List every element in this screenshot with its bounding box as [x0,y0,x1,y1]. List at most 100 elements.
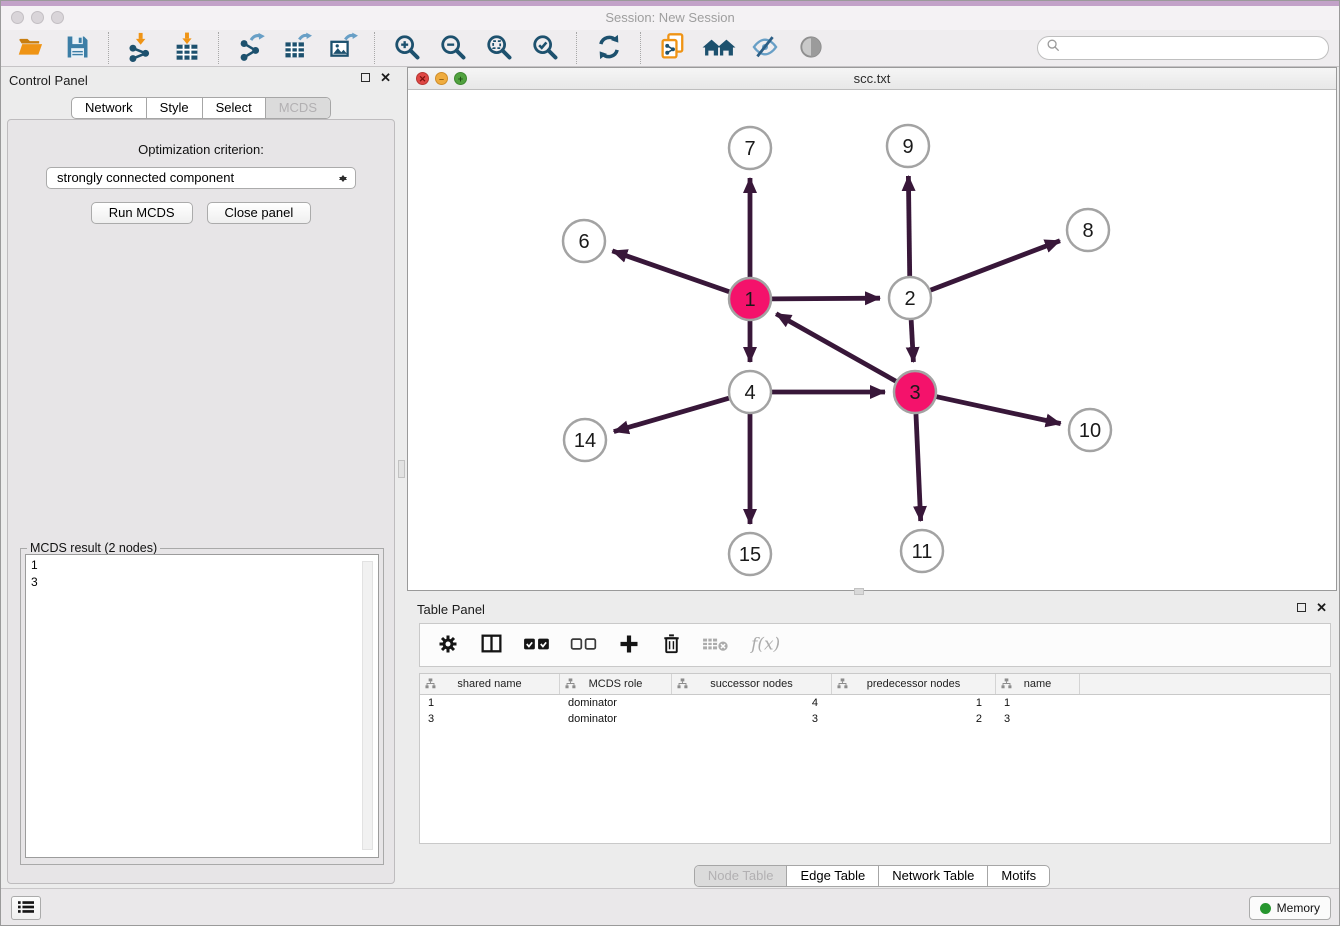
tab-network-table[interactable]: Network Table [878,866,987,886]
memory-status-icon [1260,903,1271,914]
export-table-button[interactable] [277,31,317,65]
edge-3-1[interactable] [776,314,896,381]
optimization-select[interactable]: strongly connected component [46,167,356,189]
edge-1-6[interactable] [612,251,729,292]
graph-node-15[interactable]: 15 [729,533,771,575]
import-network-button[interactable] [121,31,161,65]
edge-2-8[interactable] [931,241,1060,290]
edge-1-2[interactable] [772,298,880,299]
show-panels-button[interactable] [11,896,41,920]
zoom-selected-button[interactable] [525,31,565,65]
zoom-in-button[interactable] [387,31,427,65]
zoom-fit-button[interactable] [479,31,519,65]
select-all-rows-button[interactable] [523,634,551,657]
table-delete-icon [702,634,730,657]
minimize-window-icon[interactable] [31,11,44,24]
edge-3-10[interactable] [936,397,1060,424]
network-canvas[interactable]: 1 2 3 4 6 7 8 9 10 11 14 15 [408,90,1336,590]
titlebar[interactable]: Session: New Session [1,6,1339,31]
run-mcds-button[interactable]: Run MCDS [91,202,193,224]
memory-button[interactable]: Memory [1249,896,1331,920]
deselect-all-rows-button[interactable] [570,634,598,657]
table-row[interactable]: 1dominator411 [420,695,1330,711]
result-scrollbar[interactable] [362,561,373,850]
maximize-window-icon[interactable] [51,11,64,24]
edge-4-14[interactable] [614,398,729,431]
column-layout-button[interactable] [479,631,504,659]
close-panel-button[interactable]: Close panel [207,202,312,224]
show-graphics-details-button[interactable] [791,31,831,65]
close-table-panel-icon[interactable]: ✕ [1316,602,1327,613]
table-row[interactable]: 3dominator323 [420,711,1330,727]
column-header-mcds-role[interactable]: MCDS role [560,674,672,694]
graph-node-10[interactable]: 10 [1069,409,1111,451]
add-column-button[interactable] [617,632,641,659]
tab-motifs[interactable]: Motifs [987,866,1049,886]
cell-shared-name[interactable]: 3 [420,713,560,725]
table-settings-button[interactable] [436,632,460,659]
graph-node-9[interactable]: 9 [887,125,929,167]
cell-successor-nodes[interactable]: 4 [672,697,832,709]
refresh-layout-button[interactable] [589,31,629,65]
network-window-titlebar[interactable]: ✕ – + scc.txt [408,68,1336,90]
tab-edge-table[interactable]: Edge Table [786,866,878,886]
graph-node-4[interactable]: 4 [729,371,771,413]
graph-node-14[interactable]: 14 [564,419,606,461]
open-session-button[interactable] [11,31,51,65]
graph-node-1[interactable]: 1 [729,278,771,320]
splitter-grip-vertical[interactable] [398,460,405,478]
import-table-button[interactable] [167,31,207,65]
splitter-grip-horizontal[interactable] [854,588,864,595]
close-panel-icon[interactable]: ✕ [380,72,391,83]
edge-2-9[interactable] [908,176,909,276]
network-minimize-icon[interactable]: – [435,72,448,85]
close-window-icon[interactable] [11,11,24,24]
window-traffic-lights[interactable] [11,11,64,24]
export-image-button[interactable] [323,31,363,65]
cell-name[interactable]: 1 [996,697,1080,709]
graph-node-7[interactable]: 7 [729,127,771,169]
network-graph[interactable]: 1 2 3 4 6 7 8 9 10 11 14 15 [408,90,1336,591]
hide-graphics-details-button[interactable] [745,31,785,65]
graph-node-2[interactable]: 2 [889,277,931,319]
edge-2-3[interactable] [911,320,913,362]
column-tree-icon [425,678,436,692]
column-header-name[interactable]: name [996,674,1080,694]
column-header-predecessor-nodes[interactable]: predecessor nodes [832,674,996,694]
tab-mcds[interactable]: MCDS [265,98,330,118]
delete-column-button[interactable] [660,632,683,659]
cell-name[interactable]: 3 [996,713,1080,725]
search-input[interactable] [1065,40,1320,56]
tab-node-table[interactable]: Node Table [695,866,787,886]
network-maximize-icon[interactable]: + [454,72,467,85]
graph-node-6[interactable]: 6 [563,220,605,262]
float-panel-icon[interactable] [361,73,370,82]
save-session-button[interactable] [57,31,97,65]
network-close-icon[interactable]: ✕ [416,72,429,85]
columns-icon [479,631,504,659]
graph-node-3[interactable]: 3 [894,371,936,413]
mcds-result-list[interactable]: 13 [25,554,379,858]
graph-node-11[interactable]: 11 [901,530,943,572]
cell-predecessor-nodes[interactable]: 2 [832,713,996,725]
tab-network[interactable]: Network [72,98,146,118]
zoom-fit-icon [485,33,513,64]
tab-style[interactable]: Style [146,98,202,118]
network-overview-button[interactable] [699,31,739,65]
graph-node-8[interactable]: 8 [1067,209,1109,251]
tab-select[interactable]: Select [202,98,265,118]
column-header-shared-name[interactable]: shared name [420,674,560,694]
import-network-icon [126,32,156,65]
cell-mcds-role[interactable]: dominator [560,713,672,725]
cell-successor-nodes[interactable]: 3 [672,713,832,725]
export-network-button[interactable] [231,31,271,65]
edge-3-11[interactable] [916,414,921,521]
zoom-out-button[interactable] [433,31,473,65]
cell-predecessor-nodes[interactable]: 1 [832,697,996,709]
cell-shared-name[interactable]: 1 [420,697,560,709]
cell-mcds-role[interactable]: dominator [560,697,672,709]
search-box[interactable] [1037,36,1329,60]
column-header-successor-nodes[interactable]: successor nodes [672,674,832,694]
float-table-panel-icon[interactable] [1297,603,1306,612]
duplicate-network-button[interactable] [653,31,693,65]
